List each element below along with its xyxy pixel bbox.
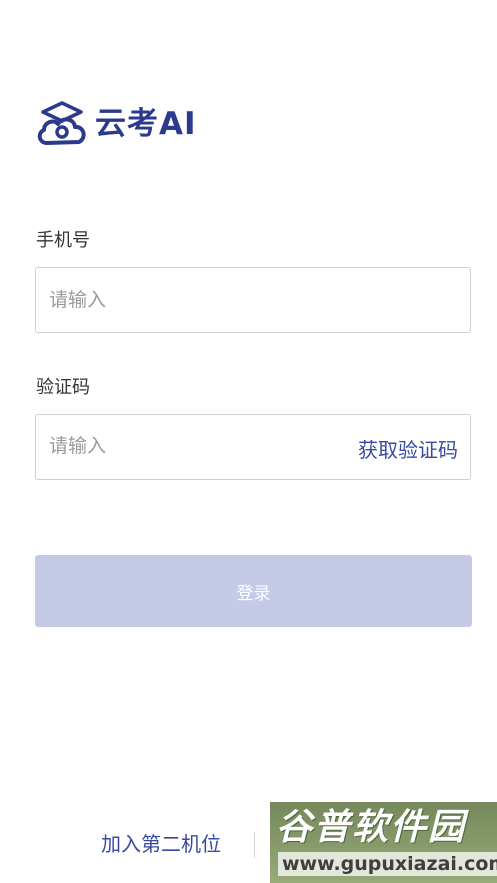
verification-code-input[interactable] — [49, 413, 329, 479]
code-label: 验证码 — [36, 377, 90, 398]
login-button[interactable]: 登录 — [35, 555, 472, 627]
footer-divider — [254, 832, 255, 858]
watermark-url: www.gupuxiazai.com — [278, 852, 497, 876]
phone-input[interactable] — [49, 268, 329, 332]
watermark-overlay: 谷普软件园 www.gupuxiazai.com — [270, 802, 497, 883]
logo-text: 云考AI — [95, 106, 197, 142]
join-second-device-link[interactable]: 加入第二机位 — [101, 830, 221, 858]
watermark-title: 谷普软件园 — [276, 807, 467, 848]
phone-field-box[interactable] — [35, 267, 471, 333]
get-code-button[interactable]: 获取验证码 — [358, 437, 458, 463]
cloud-graduation-cap-icon — [37, 101, 86, 145]
code-field-box[interactable]: 获取验证码 — [35, 413, 471, 480]
app-logo: 云考AI — [35, 100, 197, 148]
phone-label: 手机号 — [36, 230, 90, 251]
